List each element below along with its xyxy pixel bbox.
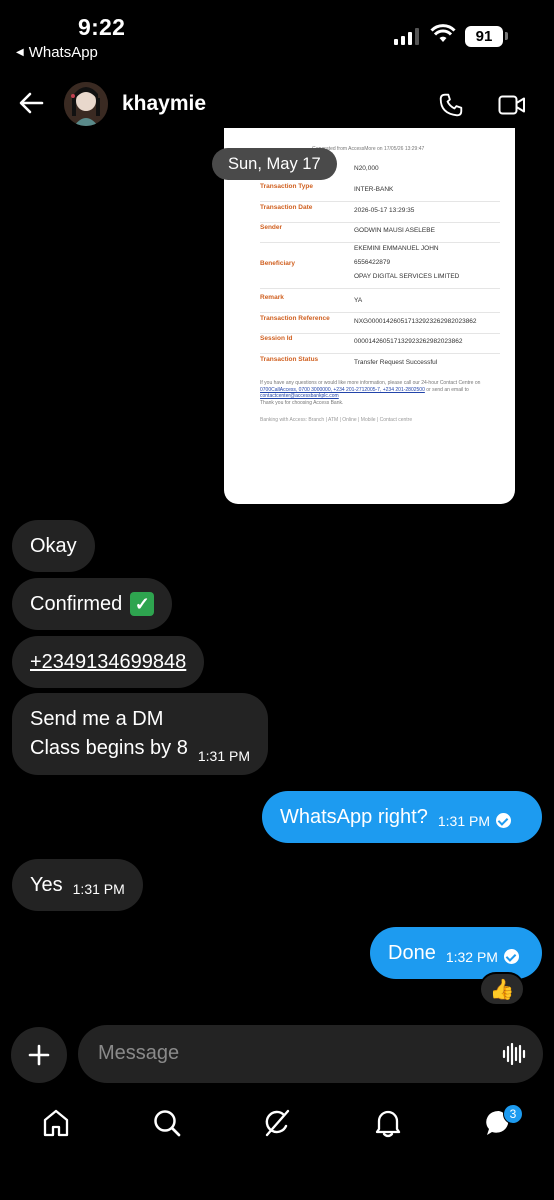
receipt-row: Sender GODWIN MAUSI ASELEBE	[260, 224, 500, 243]
receipt-footer: If you have any questions or would like …	[260, 380, 481, 406]
voice-message-icon[interactable]	[502, 1043, 526, 1065]
message-text: Class begins by 8	[30, 737, 188, 759]
receipt-row: Transaction Date 2026-05-17 13:29:35	[260, 204, 500, 223]
receipt-image[interactable]: Generated from AccessMore on 17/05/26 13…	[224, 128, 515, 504]
phone-call-icon[interactable]	[438, 92, 464, 118]
avatar[interactable]	[64, 82, 108, 126]
message-bubble-outgoing[interactable]: WhatsApp right? 1:31 PM	[262, 791, 542, 843]
receipt-row: Transaction Type INTER-BANK	[260, 183, 500, 202]
signal-icon	[394, 28, 419, 45]
green-check-emoji-icon: ✓	[130, 592, 155, 616]
message-text: Okay	[30, 534, 77, 557]
battery-indicator: 91	[465, 26, 503, 47]
status-time: 9:22	[78, 14, 126, 40]
message-text: Confirmed	[30, 592, 123, 615]
message-bubble-incoming[interactable]: +2349134699848	[12, 636, 205, 688]
message-bubble-incoming[interactable]: Send me a DM Class begins by 8 1:31 PM	[12, 693, 269, 775]
wifi-icon	[430, 24, 456, 42]
search-icon[interactable]	[152, 1108, 182, 1138]
phone-number-link[interactable]: +2349134699848	[30, 651, 186, 674]
back-triangle-icon: ◀	[16, 47, 24, 58]
receipt-row: Remark YA	[260, 294, 500, 313]
message-text: Yes	[30, 873, 63, 896]
back-app-label: WhatsApp	[28, 44, 98, 61]
receipt-row: Transaction Status Transfer Request Succe…	[260, 356, 438, 366]
message-bubble-incoming[interactable]: Okay	[12, 520, 95, 572]
message-bubble-incoming[interactable]: Confirmed ✓	[12, 578, 173, 630]
home-icon[interactable]	[42, 1108, 70, 1138]
back-to-app-link[interactable]: ◀ WhatsApp	[16, 44, 98, 61]
battery-tip	[505, 32, 508, 40]
plus-icon	[28, 1044, 50, 1066]
message-time: 1:31 PM	[437, 813, 490, 829]
thumbs-up-reaction[interactable]: 👍	[479, 972, 525, 1006]
receipt-footer-channels: Banking with Access: Branch | ATM | Onli…	[260, 417, 413, 423]
receipt-row: Session Id 000014260517132923262982023862	[260, 335, 500, 354]
read-check-icon	[503, 949, 519, 964]
message-input[interactable]: Message	[78, 1025, 543, 1083]
chat-header: khaymie	[0, 76, 554, 132]
read-check-icon	[496, 813, 511, 828]
message-time: 1:31 PM	[72, 881, 125, 897]
receipt-row-beneficiary: Beneficiary EKEMINI EMMANUEL JOHN 655642…	[260, 242, 500, 289]
message-text: Send me a DM	[30, 708, 164, 730]
message-time: 1:31 PM	[197, 748, 251, 764]
back-arrow-icon[interactable]	[18, 90, 44, 116]
receipt-row: Transaction Reference NXG0000142605171329…	[260, 315, 500, 334]
video-call-icon[interactable]	[498, 94, 526, 116]
add-attachment-button[interactable]	[11, 1027, 67, 1083]
contact-name[interactable]: khaymie	[122, 92, 206, 116]
message-text: Done	[388, 941, 436, 964]
message-time: 1:32 PM	[445, 949, 498, 965]
date-separator: Sun, May 17	[212, 148, 337, 180]
messages-badge: 3	[503, 1104, 523, 1124]
message-bubble-outgoing[interactable]: Done 1:32 PM	[370, 927, 542, 979]
notifications-bell-icon[interactable]	[374, 1108, 402, 1138]
message-placeholder: Message	[98, 1042, 180, 1064]
grok-icon[interactable]	[262, 1108, 292, 1138]
message-text: WhatsApp right?	[280, 805, 428, 828]
message-bubble-incoming[interactable]: Yes 1:31 PM	[12, 859, 143, 911]
